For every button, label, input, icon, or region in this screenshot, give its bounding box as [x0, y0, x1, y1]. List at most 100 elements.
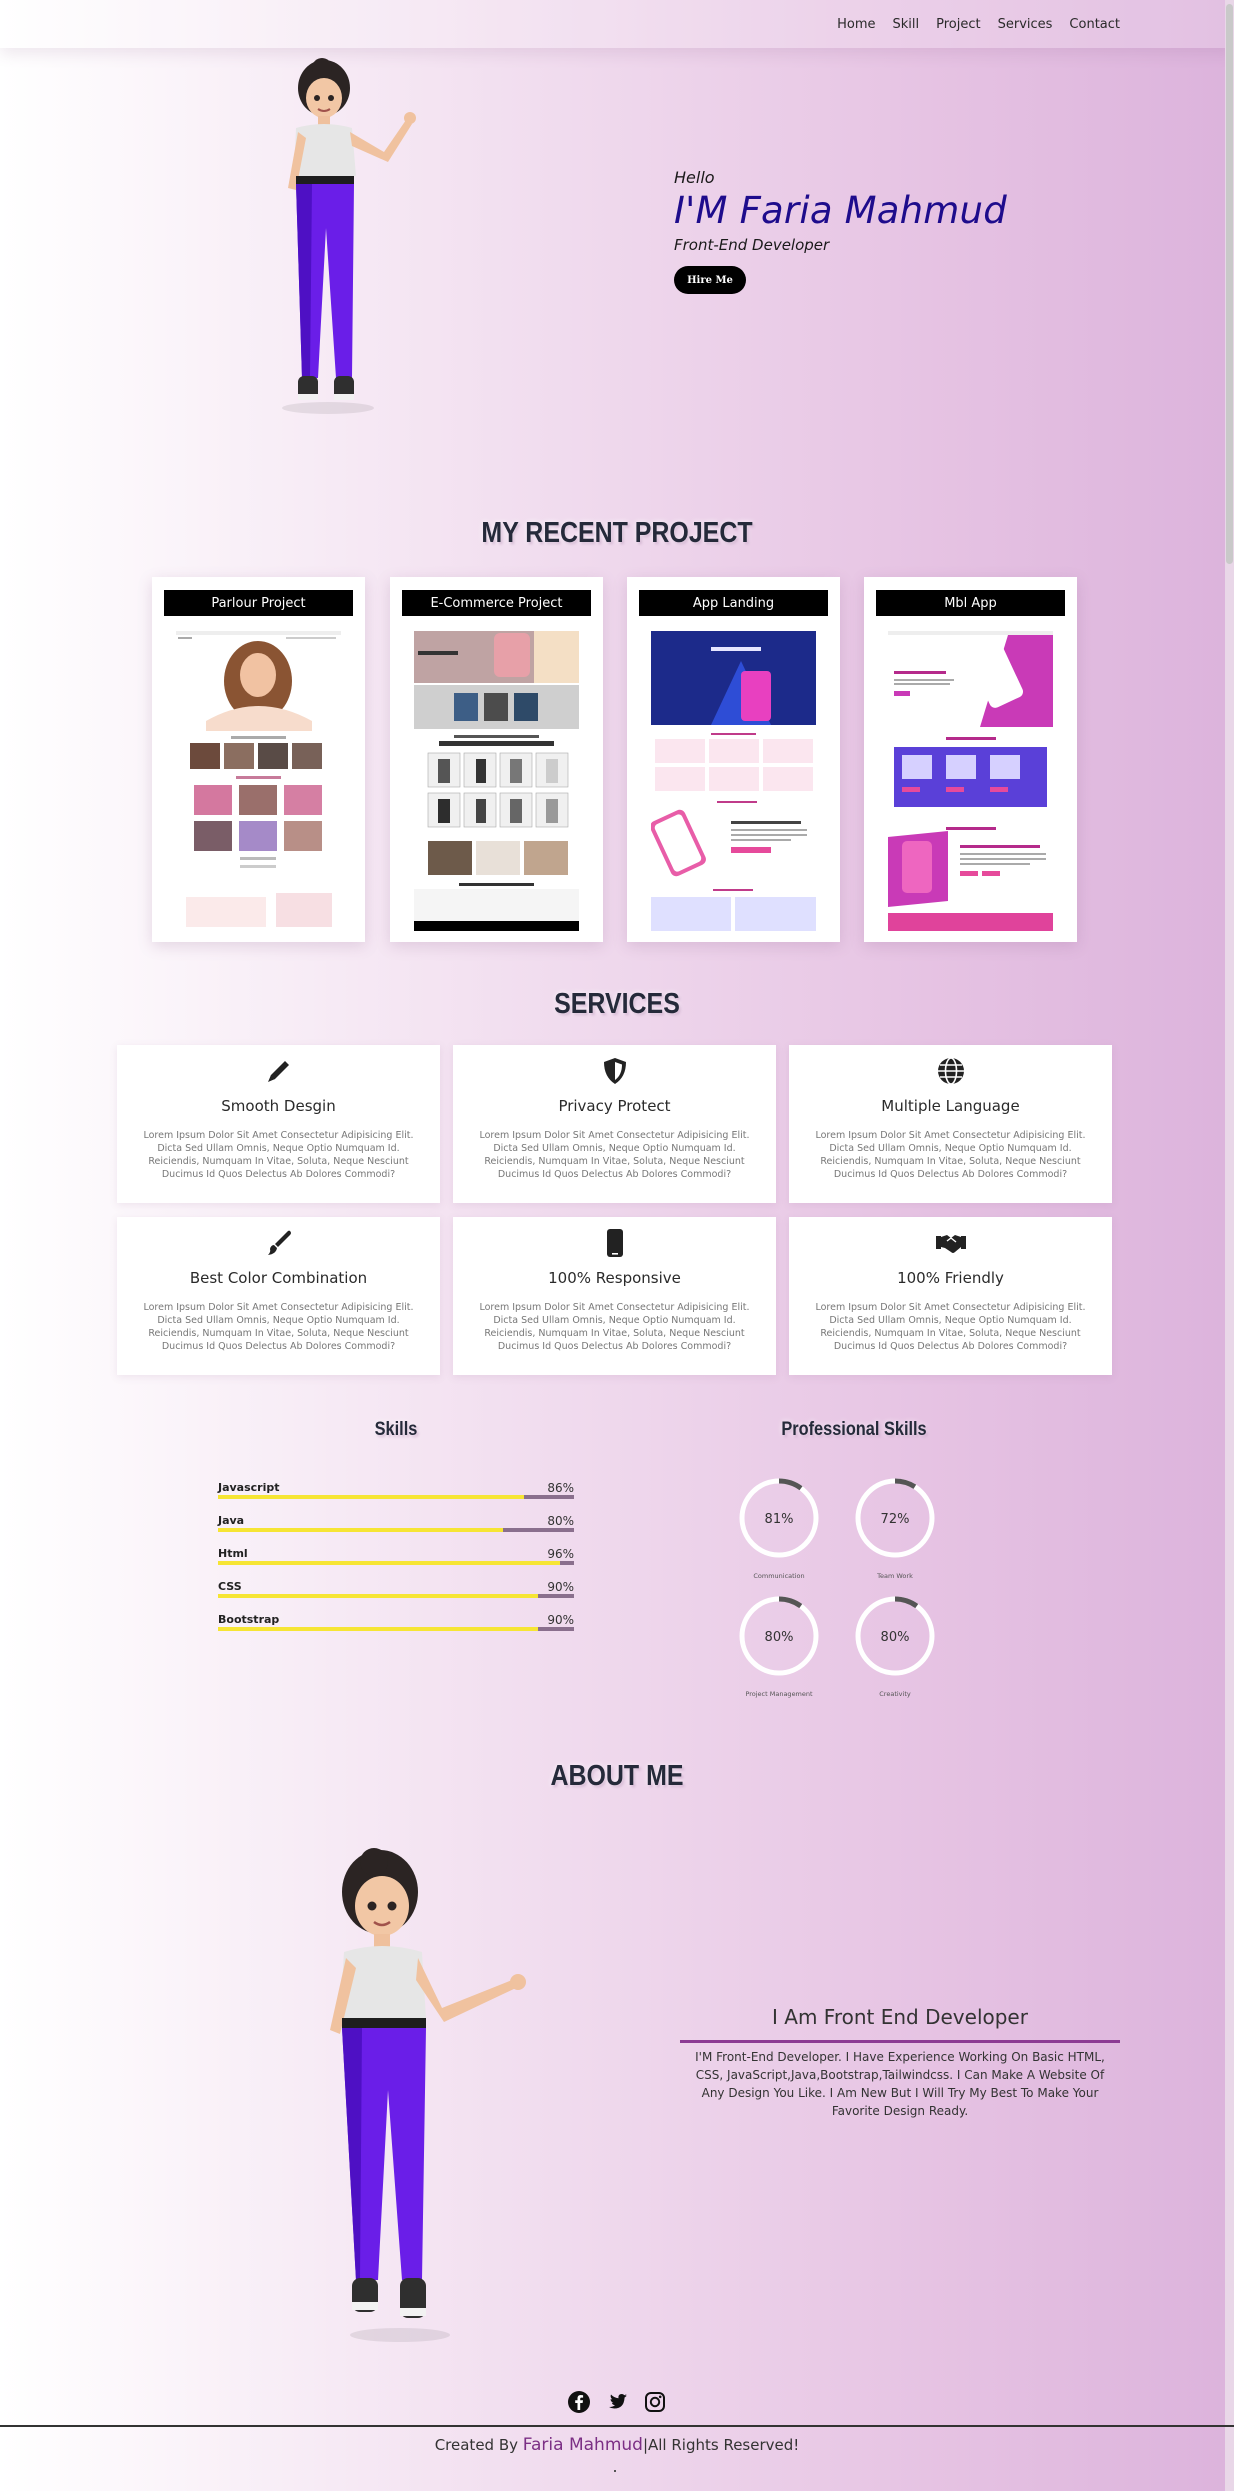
footer-author-name: Faria Mahmud [522, 2435, 643, 2455]
skill-percent: 80% [547, 1514, 574, 1528]
skill-name: Java [218, 1514, 245, 1527]
skill-name: Bootstrap [218, 1613, 280, 1626]
skill-bar-css: CSS 90% [218, 1580, 574, 1608]
project-card-mbl-app[interactable]: Mbl App [864, 577, 1077, 942]
nav-skill-link[interactable]: Skill [892, 17, 919, 32]
service-description: Lorem Ipsum Dolor Sit Amet Consectetur A… [815, 1130, 1086, 1180]
about-character-illustration [330, 1848, 526, 2342]
project-card-ecommerce[interactable]: E-Commerce Project [390, 577, 603, 942]
scrollbar-thumb[interactable] [1226, 4, 1233, 564]
service-card-responsive: 100% Responsive Lorem Ipsum Dolor Sit Am… [453, 1217, 776, 1375]
service-title: 100% Responsive [548, 1269, 681, 1287]
professional-skills-title: Professional Skills [781, 1419, 927, 1440]
pro-skill-value: 81% [764, 1512, 794, 1527]
service-card-best-color: Best Color Combination Lorem Ipsum Dolor… [117, 1217, 440, 1375]
service-card-friendly: 100% Friendly Lorem Ipsum Dolor Sit Amet… [789, 1217, 1112, 1375]
paintbrush-icon [268, 1230, 291, 1255]
skill-percent: 96% [547, 1547, 574, 1561]
pro-skill-value: 80% [764, 1630, 794, 1645]
footer-divider [0, 2425, 1234, 2427]
project-title[interactable]: Parlour Project [164, 590, 353, 616]
pen-icon [268, 1061, 289, 1082]
pro-skill-label: Communication [753, 1572, 805, 1580]
service-title: Best Color Combination [189, 1269, 368, 1287]
pro-skill-label: Creativity [879, 1690, 911, 1698]
skill-fill [218, 1528, 503, 1532]
about-section-title: ABOUT ME [550, 1760, 684, 1792]
skill-bar-java: Java 80% [218, 1514, 574, 1542]
hero-character-illustration [282, 58, 416, 414]
service-description: Lorem Ipsum Dolor Sit Amet Consectetur A… [479, 1130, 750, 1180]
ecommerce-project-screenshot [414, 631, 579, 931]
skill-bar-bootstrap: Bootstrap 90% [218, 1613, 574, 1641]
footer-copyright: Created By Faria Mahmud|All Rights Reser… [0, 2435, 1234, 2455]
footer-created-by: Created By [434, 2436, 519, 2454]
skill-percent: 86% [547, 1481, 574, 1495]
skill-track [218, 1594, 574, 1598]
pro-skill-label: Project Management [745, 1690, 813, 1698]
project-title[interactable]: Mbl App [876, 590, 1065, 616]
skill-track [218, 1627, 574, 1631]
about-divider [680, 2040, 1120, 2043]
skill-track [218, 1528, 574, 1532]
service-description: Lorem Ipsum Dolor Sit Amet Consectetur A… [815, 1302, 1086, 1352]
about-heading: I Am Front End Developer [772, 2005, 1028, 2029]
nav-contact-link[interactable]: Contact [1069, 17, 1120, 32]
globe-icon [938, 1057, 964, 1085]
service-title: Multiple Language [881, 1097, 1020, 1115]
service-card-privacy-protect: Privacy Protect Lorem Ipsum Dolor Sit Am… [453, 1045, 776, 1203]
nav-home-link[interactable]: Home [837, 17, 875, 32]
skill-track [218, 1495, 574, 1499]
app-landing-project-screenshot [651, 631, 816, 931]
shield-icon [604, 1058, 626, 1084]
about-description: I'M Front-End Developer. I Have Experien… [695, 2050, 1105, 2118]
skill-name: Javascript [218, 1481, 280, 1494]
pro-skill-creativity: 80% Creativity [845, 1596, 945, 1706]
service-description: Lorem Ipsum Dolor Sit Amet Consectetur A… [479, 1302, 750, 1352]
skill-fill [218, 1495, 525, 1499]
pro-skill-communication: 81% Communication [729, 1478, 829, 1588]
hero-greeting: Hello [674, 168, 715, 187]
hero-intro: Hello I'M Faria Mahmud Front-End Develop… [674, 168, 1007, 294]
service-title: Smooth Desgin [221, 1097, 336, 1115]
skill-fill [218, 1594, 539, 1598]
handshake-icon [936, 1235, 966, 1253]
project-card-parlour[interactable]: Parlour Project [152, 577, 365, 942]
project-title[interactable]: E-Commerce Project [402, 590, 591, 616]
footer-dot [614, 2470, 616, 2472]
footer-rights: |All Rights Reserved! [642, 2436, 800, 2454]
instagram-icon[interactable] [643, 2390, 667, 2414]
pro-skill-value: 72% [880, 1512, 910, 1527]
skill-fill [218, 1627, 539, 1631]
nav-services-link[interactable]: Services [998, 17, 1053, 32]
pro-skill-label: Team Work [877, 1572, 913, 1580]
top-navbar: Home Skill Project Services Contact [0, 0, 1234, 48]
page-scrollbar[interactable] [1225, 0, 1234, 2491]
facebook-icon[interactable] [567, 2390, 591, 2414]
skill-percent: 90% [547, 1580, 574, 1594]
services-section-title: SERVICES [554, 988, 680, 1020]
hero-role: Front-End Developer [674, 236, 830, 254]
service-title: Privacy Protect [558, 1097, 671, 1115]
project-card-app-landing[interactable]: App Landing [627, 577, 840, 942]
skill-bar-html: Html 96% [218, 1547, 574, 1575]
skill-name: Html [218, 1547, 248, 1560]
service-card-smooth-design: Smooth Desgin Lorem Ipsum Dolor Sit Amet… [117, 1045, 440, 1203]
skill-name: CSS [218, 1580, 242, 1593]
nav-project-link[interactable]: Project [936, 17, 980, 32]
twitter-icon[interactable] [605, 2390, 629, 2414]
skill-fill [218, 1561, 560, 1565]
parlour-project-screenshot [176, 631, 341, 931]
skill-percent: 90% [547, 1613, 574, 1627]
mobile-icon [607, 1229, 623, 1257]
pro-skill-project-management: 80% Project Management [729, 1596, 829, 1706]
skill-bar-javascript: Javascript 86% [218, 1481, 574, 1509]
hire-me-button[interactable]: Hire Me [674, 266, 746, 294]
service-description: Lorem Ipsum Dolor Sit Amet Consectetur A… [143, 1302, 414, 1352]
project-title[interactable]: App Landing [639, 590, 828, 616]
pro-skill-team-work: 72% Team Work [845, 1478, 945, 1588]
skill-track [218, 1561, 574, 1565]
social-icons [0, 2390, 1234, 2414]
service-description: Lorem Ipsum Dolor Sit Amet Consectetur A… [143, 1130, 414, 1180]
skills-section-title: Skills [374, 1419, 418, 1440]
